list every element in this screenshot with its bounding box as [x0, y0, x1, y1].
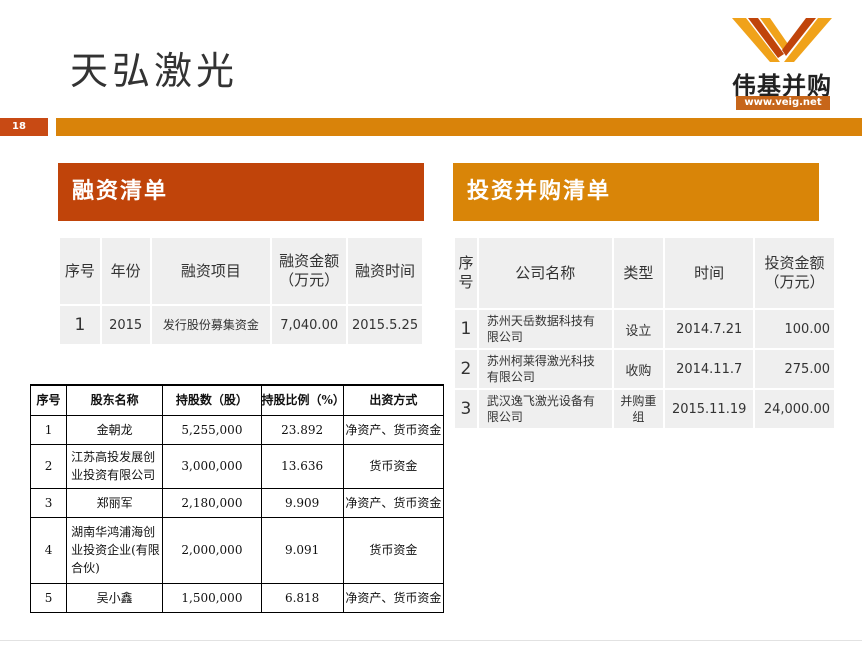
investment-date: 2014.7.21 [663, 308, 756, 350]
financing-heading: 融资清单 [58, 163, 424, 221]
investment-header: 序号 [453, 236, 479, 310]
investment-header: 类型 [611, 236, 666, 310]
financing-no: 1 [58, 304, 102, 346]
shareholder-shares: 5,255,000 [162, 414, 262, 445]
shareholder-header: 出资方式 [342, 384, 445, 416]
table-row: 1 金朝龙 5,255,000 23.892 净资产、货币资金 [29, 414, 445, 445]
shareholder-ratio: 9.909 [260, 487, 344, 518]
shareholder-name: 郑丽军 [66, 487, 164, 518]
investment-header: 公司名称 [476, 236, 614, 310]
investment-amount: 100.00 [753, 308, 836, 350]
investment-header: 投资金额（万元） [753, 236, 836, 310]
investment-company: 武汉逸飞激光设备有限公司 [476, 388, 614, 430]
table-row: 3 武汉逸飞激光设备有限公司 并购重组 2015.11.19 24,000.00 [453, 388, 836, 430]
header-bar [56, 118, 862, 136]
shareholder-ratio: 13.636 [260, 443, 344, 489]
investment-amount: 275.00 [753, 348, 836, 390]
shareholder-no: 5 [29, 582, 68, 613]
shareholder-shares: 1,500,000 [162, 582, 262, 613]
investment-no: 1 [453, 308, 479, 350]
shareholder-no: 3 [29, 487, 68, 518]
shareholder-method: 净资产、货币资金 [342, 414, 445, 445]
page-number: 18 [0, 118, 48, 136]
investment-date: 2015.11.19 [663, 388, 756, 430]
financing-date: 2015.5.25 [346, 304, 424, 346]
table-row: 5 吴小鑫 1,500,000 6.818 净资产、货币资金 [29, 582, 445, 613]
table-row: 3 郑丽军 2,180,000 9.909 净资产、货币资金 [29, 487, 445, 518]
investment-header: 时间 [663, 236, 756, 310]
shareholder-name: 金朝龙 [66, 414, 164, 445]
shareholder-header: 序号 [29, 384, 68, 416]
investment-type: 收购 [611, 348, 666, 390]
shareholder-no: 4 [29, 516, 68, 584]
investment-no: 3 [453, 388, 479, 430]
financing-project: 发行股份募集资金 [149, 304, 273, 346]
shareholder-method: 净资产、货币资金 [342, 582, 445, 613]
investment-amount: 24,000.00 [753, 388, 836, 430]
table-row: 1 2015 发行股份募集资金 7,040.00 2015.5.25 [58, 304, 424, 346]
financing-header: 融资时间 [346, 236, 424, 306]
shareholder-method: 货币资金 [342, 516, 445, 584]
shareholder-no: 2 [29, 443, 68, 489]
shareholder-name: 湖南华鸿浦海创业投资企业(有限合伙) [66, 516, 164, 584]
investment-type: 并购重组 [611, 388, 666, 430]
financing-header: 融资金额（万元） [270, 236, 349, 306]
page-title: 天弘激光 [70, 49, 239, 93]
investment-heading: 投资并购清单 [453, 163, 819, 221]
shareholder-ratio: 6.818 [260, 582, 344, 613]
financing-amount: 7,040.00 [270, 304, 349, 346]
shareholder-shares: 2,180,000 [162, 487, 262, 518]
veig-logo-icon [732, 18, 832, 62]
table-row: 2 江苏高投发展创业投资有限公司 3,000,000 13.636 货币资金 [29, 443, 445, 489]
investment-company: 苏州柯莱得激光科技有限公司 [476, 348, 614, 390]
financing-header: 年份 [99, 236, 152, 306]
table-row: 1 苏州天岳数据科技有限公司 设立 2014.7.21 100.00 [453, 308, 836, 350]
table-row: 2 苏州柯莱得激光科技有限公司 收购 2014.11.7 275.00 [453, 348, 836, 390]
financing-header: 序号 [58, 236, 102, 306]
investment-no: 2 [453, 348, 479, 390]
shareholder-name: 江苏高投发展创业投资有限公司 [66, 443, 164, 489]
investment-table: 序号 公司名称 类型 时间 投资金额（万元） 1 苏州天岳数据科技有限公司 设立… [453, 236, 836, 430]
financing-year: 2015 [99, 304, 152, 346]
shareholder-table: 序号 股东名称 持股数（股） 持股比例（%） 出资方式 1 金朝龙 5,255,… [29, 384, 445, 613]
shareholder-method: 货币资金 [342, 443, 445, 489]
shareholder-name: 吴小鑫 [66, 582, 164, 613]
investment-date: 2014.11.7 [663, 348, 756, 390]
table-row: 4 湖南华鸿浦海创业投资企业(有限合伙) 2,000,000 9.091 货币资… [29, 516, 445, 584]
investment-company: 苏州天岳数据科技有限公司 [476, 308, 614, 350]
logo-url: www.veig.net [736, 96, 830, 110]
footer-divider [0, 640, 862, 641]
shareholder-no: 1 [29, 414, 68, 445]
shareholder-ratio: 23.892 [260, 414, 344, 445]
shareholder-ratio: 9.091 [260, 516, 344, 584]
investment-type: 设立 [611, 308, 666, 350]
shareholder-method: 净资产、货币资金 [342, 487, 445, 518]
financing-header: 融资项目 [149, 236, 273, 306]
shareholder-header: 持股比例（%） [260, 384, 345, 416]
company-logo: 伟基并购 www.veig.net [718, 12, 846, 112]
shareholder-header: 股东名称 [66, 384, 164, 416]
shareholder-header: 持股数（股） [162, 384, 262, 416]
shareholder-shares: 3,000,000 [162, 443, 262, 489]
shareholder-shares: 2,000,000 [162, 516, 262, 584]
financing-table: 序号 年份 融资项目 融资金额（万元） 融资时间 1 2015 发行股份募集资金… [58, 236, 424, 346]
